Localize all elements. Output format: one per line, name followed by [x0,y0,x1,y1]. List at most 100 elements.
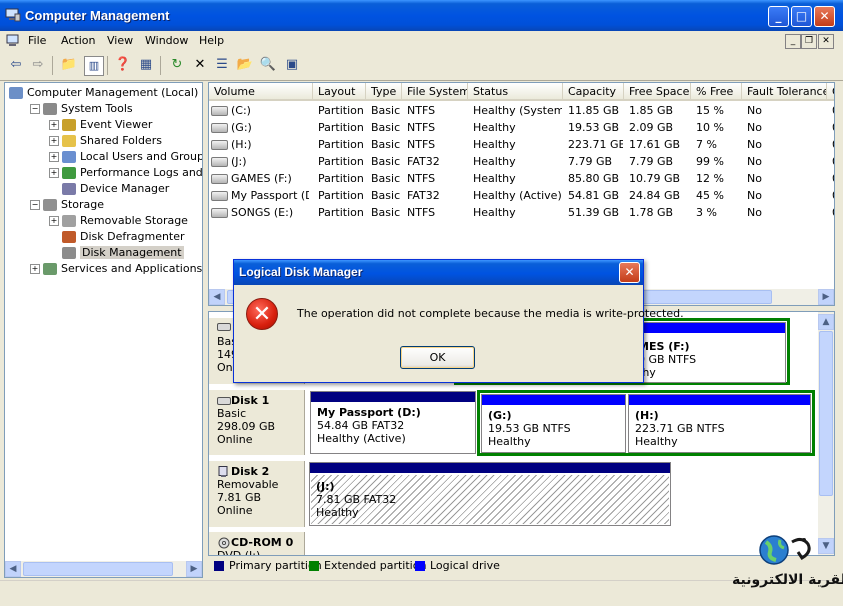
partition-my-passport-d[interactable]: My Passport (D:) 54.84 GB FAT32 Healthy … [310,391,476,454]
toolbar: ⇦ ⇨ 📁 ▥ ❓ ▦ ↻ ✕ ☰ 📂 🔍 ▣ [0,51,843,81]
column-header-fault-tolerance[interactable]: Fault Tolerance [742,83,827,101]
expand-icon[interactable]: + [49,120,59,130]
collapse-icon[interactable]: − [30,200,40,210]
menu-help[interactable]: Help [199,34,224,47]
tree-horizontal-scrollbar[interactable]: ◀ ▶ [5,561,202,577]
tree-item-label: Computer Management (Local) [27,86,199,99]
dialog-close-button[interactable]: ✕ [619,262,640,283]
tree-item-label: Local Users and Groups [80,150,203,163]
cell-layout: Partition [318,189,364,202]
cdrom-label[interactable]: CD-ROM 0 DVD (I:) [209,532,305,555]
column-header-volume[interactable]: Volume [209,83,313,101]
collapse-icon[interactable]: − [30,104,40,114]
volume-row[interactable]: (H:) Partition Basic NTFS Healthy 223.71 GB 17… [209,136,834,153]
expand-icon[interactable]: + [49,152,59,162]
cell--free: 10 % [696,121,724,134]
column-header-layout[interactable]: Layout [313,83,366,101]
partition-info: 54.84 GB FAT32 [317,419,405,432]
scroll-left-button[interactable]: ◀ [209,289,225,305]
column-header-status[interactable]: Status [468,83,563,101]
column-header-free-space[interactable]: Free Space [624,83,691,101]
tree-item-device-manager[interactable]: Device Manager [62,181,169,197]
scroll-right-button[interactable]: ▶ [818,289,834,305]
volume-row[interactable]: (J:) Partition Basic FAT32 Healthy 7.79 GB 7.7… [209,153,834,170]
cell-file-system: NTFS [407,172,436,185]
tree-item-local-users-and-groups[interactable]: Local Users and Groups [62,149,203,165]
column-header-file-system[interactable]: File System [402,83,468,101]
partition-h[interactable]: (H:) 223.71 GB NTFS Healthy [628,394,811,453]
menu-action[interactable]: Action [61,34,95,47]
menu-file[interactable]: File [28,34,46,47]
menu-window[interactable]: Window [145,34,188,47]
properties-icon[interactable]: ☰ [213,56,231,74]
show-hide-tree-icon[interactable]: ▥ [84,56,104,76]
console-tree[interactable]: Computer Management (Local) − System Tools… [4,82,203,578]
column-header--free[interactable]: % Free [691,83,742,101]
back-arrow-icon[interactable]: ⇦ [7,56,25,74]
tree-item-storage[interactable]: Storage [43,197,104,213]
minimize-button[interactable]: _ [768,6,789,27]
tree-item-event-viewer[interactable]: Event Viewer [62,117,152,133]
partition-g[interactable]: (G:) 19.53 GB NTFS Healthy [481,394,626,453]
cell-status: Healthy [473,206,516,219]
forward-arrow-icon[interactable]: ⇨ [29,56,47,74]
cell-fault-tolerance: No [747,138,762,151]
mdi-minimize-button[interactable]: _ [785,34,801,49]
partition-games-f[interactable]: MES (F:) 0 GB NTFS thy [632,322,786,383]
scroll-thumb[interactable] [819,331,833,496]
show-hide-pane-icon[interactable]: ▦ [137,56,155,74]
ok-button[interactable]: OK [400,346,475,369]
maximize-button[interactable]: □ [791,6,812,27]
tree-item-services-and-applications[interactable]: Services and Applications [43,261,202,277]
scroll-right-button[interactable]: ▶ [186,561,202,577]
open-icon[interactable]: 📂 [236,56,254,74]
tree-item-disk-defragmenter[interactable]: Disk Defragmenter [62,229,185,245]
title-bar[interactable]: Computer Management _ □ ✕ [0,0,843,31]
column-header-capacity[interactable]: Capacity [563,83,624,101]
tree-item-performance-logs-and-alerts[interactable]: Performance Logs and Alerts [62,165,202,181]
expand-icon[interactable]: + [30,264,40,274]
legend-logical: Logical drive [430,559,500,572]
disk-properties-icon[interactable]: ▣ [283,56,301,74]
dialog-title-bar[interactable]: Logical Disk Manager ✕ [234,260,643,285]
help-topics-icon[interactable]: ❓ [114,56,132,74]
tree-item-shared-folders[interactable]: Shared Folders [62,133,162,149]
column-header-o[interactable]: O [827,83,834,101]
close-button[interactable]: ✕ [814,6,835,27]
volume-row[interactable]: (C:) Partition Basic NTFS Healthy (System) 11… [209,102,834,119]
mmc-doc-icon[interactable] [6,34,20,48]
tree-item-disk-management[interactable]: Disk Management [62,245,184,261]
scroll-thumb[interactable] [23,562,173,576]
shared-folders-icon [62,135,76,147]
volume-name: (G:) [231,121,252,134]
disk1-extended-partition[interactable]: (G:) 19.53 GB NTFS Healthy (H:) 223.71 G… [477,390,815,456]
cell-fault-tolerance: No [747,104,762,117]
scroll-up-button[interactable]: ▲ [818,314,834,330]
disk2-label[interactable]: Disk 2 Removable 7.81 GB Online [209,461,305,527]
volume-row[interactable]: GAMES (F:) Partition Basic NTFS Healthy 85.80… [209,170,834,187]
search-icon[interactable]: 🔍 [259,56,277,74]
volume-row[interactable]: My Passport (D:) Partition Basic FAT32 Healt… [209,187,834,204]
volume-row[interactable]: (G:) Partition Basic NTFS Healthy 19.53 GB 2.0… [209,119,834,136]
menu-view[interactable]: View [107,34,133,47]
mdi-close-button[interactable]: ✕ [818,34,834,49]
disk1-label[interactable]: Disk 1 Basic 298.09 GB Online [209,390,305,455]
up-folder-icon[interactable]: 📁 [60,56,78,74]
tree-item-label: Disk Defragmenter [80,230,185,243]
graph-vertical-scrollbar[interactable]: ▲ ▼ [818,312,834,555]
refresh-icon[interactable]: ↻ [168,56,186,74]
volume-row[interactable]: SONGS (E:) Partition Basic NTFS Healthy 51.39… [209,204,834,221]
error-dialog[interactable]: Logical Disk Manager ✕ ✕ The operation d… [233,259,684,383]
scroll-left-button[interactable]: ◀ [5,561,21,577]
tree-item-system-tools[interactable]: System Tools [43,101,133,117]
mdi-restore-button[interactable]: ❐ [801,34,817,49]
partition-j[interactable]: (J:) 7.81 GB FAT32 Healthy [309,462,671,526]
expand-icon[interactable]: + [49,168,59,178]
tree-item-computer-management-local[interactable]: Computer Management (Local) [9,85,198,101]
delete-icon[interactable]: ✕ [191,56,209,74]
expand-icon[interactable]: + [49,216,59,226]
tree-item-removable-storage[interactable]: Removable Storage [62,213,188,229]
column-header-type[interactable]: Type [366,83,402,101]
expand-icon[interactable]: + [49,136,59,146]
cell-fault-tolerance: No [747,206,762,219]
